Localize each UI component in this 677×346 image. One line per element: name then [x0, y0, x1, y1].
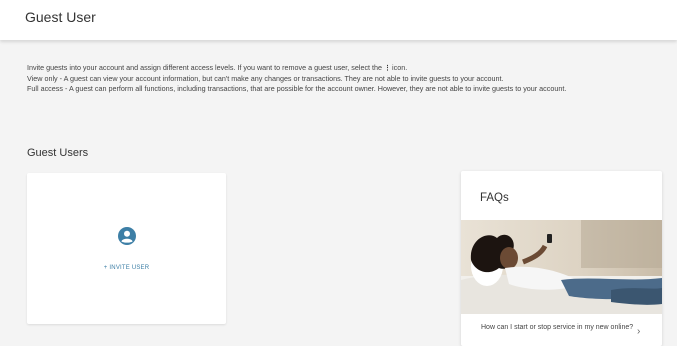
account-circle-icon: [118, 227, 136, 245]
faq-photo: [461, 220, 662, 314]
guest-users-heading: Guest Users: [27, 147, 89, 159]
invite-card: + INVITE USER: [27, 173, 226, 324]
faq-question-link[interactable]: How can I start or stop service in my ne…: [481, 322, 636, 333]
intro-view-only: View only - A guest can view your accoun…: [27, 73, 504, 83]
more-vertical-icon: ⋮: [384, 63, 392, 72]
faq-title: FAQs: [480, 192, 509, 204]
page-title: Guest User: [25, 9, 96, 25]
intro-line-remove: Invite guests into your account and assi…: [27, 63, 408, 72]
faq-card: FAQs How can I start or stop service in …: [461, 171, 662, 346]
intro-full-access: Full access - A guest can perform all fu…: [27, 84, 567, 94]
invite-user-button[interactable]: + INVITE USER: [27, 265, 226, 271]
plus-icon: +: [103, 265, 108, 271]
page-header: Guest User: [0, 0, 677, 40]
chevron-right-icon[interactable]: ›: [637, 326, 640, 337]
intro-text: Invite guests into your account and assi…: [27, 63, 667, 95]
